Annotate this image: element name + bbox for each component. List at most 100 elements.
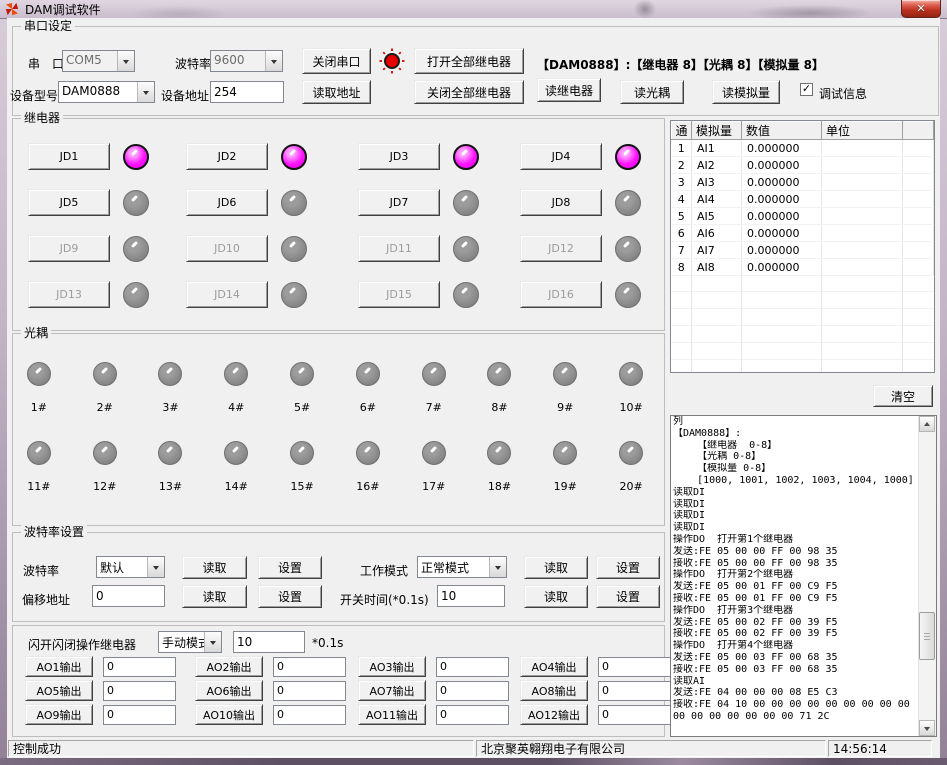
- close-button[interactable]: ✕: [901, 0, 941, 18]
- ao-output-input[interactable]: [436, 681, 509, 701]
- close-all-relays-button[interactable]: 关闭全部继电器: [414, 80, 524, 104]
- analog-table-row[interactable]: 5 AI5 0.000000: [672, 208, 934, 225]
- switch-time-input[interactable]: [437, 585, 505, 607]
- ao-output-input[interactable]: [103, 705, 176, 725]
- ao-output-button[interactable]: AO1输出: [25, 656, 93, 677]
- col-value[interactable]: 数值: [742, 122, 822, 140]
- offset-addr-label: 偏移地址: [22, 591, 70, 608]
- relay-button[interactable]: JD5: [28, 189, 110, 216]
- col-unit[interactable]: 单位: [822, 122, 903, 140]
- close-port-button[interactable]: 关闭串口: [302, 48, 371, 74]
- ao-output-button[interactable]: AO11输出: [358, 704, 426, 725]
- chevron-down-icon[interactable]: [137, 82, 154, 102]
- col-channel[interactable]: 通: [672, 122, 692, 140]
- baud-read-button[interactable]: 读取: [182, 556, 247, 579]
- relay-button[interactable]: JD8: [520, 189, 602, 216]
- ao-output-input[interactable]: [436, 657, 509, 677]
- ao-output-button[interactable]: AO7输出: [358, 680, 426, 701]
- relay-button[interactable]: JD4: [520, 143, 602, 170]
- device-addr-input[interactable]: [210, 81, 284, 103]
- relay-button[interactable]: JD1: [28, 143, 110, 170]
- workmode-set-button[interactable]: 设置: [596, 556, 660, 579]
- relay-button[interactable]: JD11: [358, 235, 440, 262]
- relay-button[interactable]: JD10: [186, 235, 268, 262]
- clear-log-button[interactable]: 清空: [873, 385, 933, 407]
- device-addr-label: 设备地址: [161, 87, 209, 104]
- workmode-select-value: 正常模式: [418, 557, 489, 577]
- analog-table-header[interactable]: 通 模拟量 数值 单位: [672, 122, 934, 140]
- analog-table-row[interactable]: 7 AI7 0.000000: [672, 242, 934, 259]
- opto-cell: 2#: [72, 362, 138, 414]
- chevron-down-icon[interactable]: [117, 51, 134, 71]
- ao-output-cell: AO9输出: [25, 704, 195, 725]
- offset-read-button[interactable]: 读取: [182, 585, 247, 608]
- relay-button[interactable]: JD7: [358, 189, 440, 216]
- ao-output-input[interactable]: [273, 681, 346, 701]
- debug-info-checkbox[interactable]: ✓: [800, 83, 813, 96]
- analog-table-row[interactable]: 6 AI6 0.000000: [672, 225, 934, 242]
- baud-group-title: 波特率设置: [21, 525, 87, 539]
- ao-output-input[interactable]: [598, 681, 671, 701]
- relay-button[interactable]: JD2: [186, 143, 268, 170]
- ao-output-input[interactable]: [598, 657, 671, 677]
- ao-output-button[interactable]: AO4输出: [520, 656, 588, 677]
- read-relay-button[interactable]: 读继电器: [537, 78, 601, 102]
- ao-output-button[interactable]: AO9输出: [25, 704, 93, 725]
- scroll-up-icon[interactable]: [919, 416, 935, 432]
- flash-mode-select[interactable]: 手动模式: [158, 631, 222, 653]
- read-analog-button[interactable]: 读模拟量: [712, 80, 780, 104]
- ao-output-button[interactable]: AO10输出: [195, 704, 263, 725]
- cell-unit: [822, 191, 903, 208]
- relay-button[interactable]: JD3: [358, 143, 440, 170]
- relay-button[interactable]: JD16: [520, 281, 602, 308]
- baudrate-select[interactable]: 9600: [210, 50, 283, 72]
- open-all-relays-button[interactable]: 打开全部继电器: [414, 48, 524, 74]
- offset-addr-input[interactable]: [92, 585, 165, 607]
- ao-output-input[interactable]: [436, 705, 509, 725]
- model-select[interactable]: DAM0888: [58, 81, 155, 103]
- ao-output-button[interactable]: AO8输出: [520, 680, 588, 701]
- relay-button[interactable]: JD15: [358, 281, 440, 308]
- analog-table-row[interactable]: 3 AI3 0.000000: [672, 174, 934, 191]
- ao-output-input[interactable]: [273, 705, 346, 725]
- analog-table-row[interactable]: 4 AI4 0.000000: [672, 191, 934, 208]
- analog-table-row[interactable]: 2 AI2 0.000000: [672, 157, 934, 174]
- port-select[interactable]: COM5: [62, 50, 135, 72]
- relay-button[interactable]: JD13: [28, 281, 110, 308]
- col-analog[interactable]: 模拟量: [692, 122, 742, 140]
- ao-output-button[interactable]: AO6输出: [195, 680, 263, 701]
- analog-table-row[interactable]: 8 AI8 0.000000: [672, 259, 934, 276]
- chevron-down-icon[interactable]: [204, 632, 221, 652]
- ao-output-button[interactable]: AO2输出: [195, 656, 263, 677]
- ao-output-button[interactable]: AO3输出: [358, 656, 426, 677]
- baud-set-select[interactable]: 默认: [96, 556, 165, 578]
- workmode-select[interactable]: 正常模式: [417, 556, 507, 578]
- ao-output-input[interactable]: [598, 705, 671, 725]
- scroll-down-icon[interactable]: [919, 720, 935, 736]
- scrollbar-thumb[interactable]: [919, 612, 935, 660]
- ao-output-input[interactable]: [103, 657, 176, 677]
- read-opto-button[interactable]: 读光耦: [620, 80, 684, 104]
- read-addr-button[interactable]: 读取地址: [302, 80, 371, 104]
- chevron-down-icon[interactable]: [147, 557, 164, 577]
- relay-button[interactable]: JD14: [186, 281, 268, 308]
- relay-button[interactable]: JD6: [186, 189, 268, 216]
- log-scrollbar[interactable]: [918, 416, 936, 736]
- switch-set-button[interactable]: 设置: [596, 585, 660, 608]
- workmode-read-button[interactable]: 读取: [524, 556, 588, 579]
- flash-time-input[interactable]: [233, 631, 305, 653]
- chevron-down-icon[interactable]: [489, 557, 506, 577]
- cell-analog: AI1: [692, 140, 742, 157]
- baud-set-button[interactable]: 设置: [258, 556, 322, 579]
- chevron-down-icon[interactable]: [265, 51, 282, 71]
- switch-read-button[interactable]: 读取: [524, 585, 588, 608]
- offset-set-button[interactable]: 设置: [258, 585, 322, 608]
- relay-button[interactable]: JD9: [28, 235, 110, 262]
- ao-output-button[interactable]: AO12输出: [520, 704, 588, 725]
- ao-output-input[interactable]: [273, 657, 346, 677]
- relay-button[interactable]: JD12: [520, 235, 602, 262]
- ao-output-button[interactable]: AO5输出: [25, 680, 93, 701]
- ao-output-input[interactable]: [103, 681, 176, 701]
- analog-table-row[interactable]: 1 AI1 0.000000: [672, 140, 934, 157]
- debug-log-box[interactable]: 列 【DAM0888】: 【继电器 0-8】 【光耦 0-8】 【模拟量 0-8…: [670, 415, 937, 737]
